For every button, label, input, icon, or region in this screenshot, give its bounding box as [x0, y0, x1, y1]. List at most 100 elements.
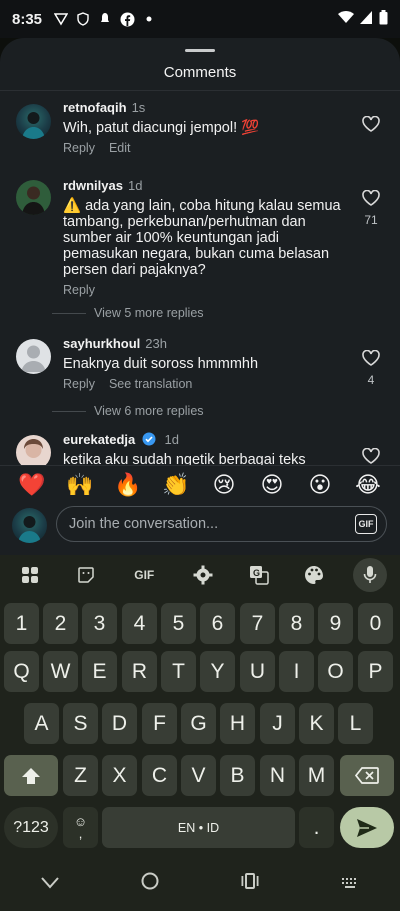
space-key[interactable]: EN • ID: [102, 807, 295, 848]
key-a[interactable]: A: [24, 703, 59, 744]
like-button[interactable]: 4: [360, 349, 382, 387]
comment-body: eurekatedja 1d ketika aku sudah ngetik b…: [63, 432, 343, 465]
comment-username[interactable]: retnofaqih: [63, 100, 127, 115]
palette-icon[interactable]: [297, 558, 331, 592]
comment-body: sayhurkhoul 23h Enaknya duit soross hmmmh…: [63, 336, 343, 391]
key-9[interactable]: 9: [318, 603, 353, 644]
shift-icon: [22, 767, 40, 784]
translate-icon[interactable]: G: [242, 558, 276, 592]
svg-text:G: G: [253, 568, 260, 578]
key-p[interactable]: P: [358, 651, 393, 692]
avatar[interactable]: [16, 339, 51, 374]
like-button[interactable]: [360, 115, 382, 137]
comment-input-container[interactable]: GIF: [56, 506, 387, 542]
key-i[interactable]: I: [279, 651, 314, 692]
like-button[interactable]: [360, 447, 382, 465]
battery-icon: [379, 9, 388, 29]
key-b[interactable]: B: [220, 755, 255, 796]
key-3[interactable]: 3: [82, 603, 117, 644]
like-button[interactable]: 71: [360, 189, 382, 227]
key-t[interactable]: T: [161, 651, 196, 692]
key-n[interactable]: N: [260, 755, 295, 796]
key-s[interactable]: S: [63, 703, 98, 744]
comment-text: ketika aku sudah ngetik berbagai teks: [63, 452, 306, 465]
key-4[interactable]: 4: [122, 603, 157, 644]
gif-tab[interactable]: GIF: [124, 558, 164, 592]
key-d[interactable]: D: [102, 703, 137, 744]
reaction-fire[interactable]: 🔥: [112, 472, 144, 498]
comment-time: 1s: [131, 100, 146, 115]
edit-button[interactable]: Edit: [109, 141, 131, 155]
reaction-laughing[interactable]: 😂: [352, 472, 384, 498]
sticker-icon[interactable]: [69, 558, 103, 592]
apps-icon[interactable]: [13, 558, 47, 592]
reaction-heart-eyes[interactable]: 😍: [256, 472, 288, 498]
key-r[interactable]: R: [122, 651, 157, 692]
mic-icon[interactable]: [353, 558, 388, 592]
key-7[interactable]: 7: [240, 603, 275, 644]
avatar[interactable]: [16, 104, 51, 139]
comment-text: Wih, patut diacungi jempol! 💯: [63, 120, 260, 136]
key-w[interactable]: W: [43, 651, 78, 692]
key-c[interactable]: C: [142, 755, 177, 796]
emoji-comma-key[interactable]: ☺ ,: [63, 807, 98, 848]
backspace-key[interactable]: [340, 755, 394, 796]
reaction-crying[interactable]: 😢: [208, 472, 240, 498]
key-6[interactable]: 6: [200, 603, 235, 644]
key-5[interactable]: 5: [161, 603, 196, 644]
key-z[interactable]: Z: [63, 755, 98, 796]
key-u[interactable]: U: [240, 651, 275, 692]
reaction-clap[interactable]: 👏: [160, 472, 192, 498]
back-chevron-icon[interactable]: [41, 873, 59, 894]
home-circle-icon[interactable]: [141, 872, 159, 895]
reaction-raised-hands[interactable]: 🙌: [64, 472, 96, 498]
key-1[interactable]: 1: [4, 603, 39, 644]
avatar[interactable]: [16, 180, 51, 215]
comment-body: rdwnilyas 1d ⚠️ ada yang lain, coba hitun…: [63, 178, 343, 297]
key-y[interactable]: Y: [200, 651, 235, 692]
comment-username[interactable]: rdwnilyas: [63, 178, 123, 193]
shift-key[interactable]: [4, 755, 58, 796]
clock: 8:35: [12, 10, 43, 28]
signal-icon: [360, 10, 373, 28]
key-e[interactable]: E: [82, 651, 117, 692]
recents-icon[interactable]: [241, 873, 259, 894]
comment-username[interactable]: eurekatedja: [63, 432, 135, 447]
reply-button[interactable]: Reply: [63, 283, 95, 297]
key-v[interactable]: V: [181, 755, 216, 796]
notification-icon: [97, 11, 113, 27]
key-2[interactable]: 2: [43, 603, 78, 644]
comments-sheet: Comments retnofaqih 1s Wih, patut diacung…: [0, 38, 400, 465]
view-more-replies[interactable]: View 5 more replies: [52, 306, 204, 320]
reply-button[interactable]: Reply: [63, 141, 95, 155]
key-g[interactable]: G: [181, 703, 216, 744]
symbols-key[interactable]: ?123: [4, 807, 58, 848]
key-8[interactable]: 8: [279, 603, 314, 644]
period-key[interactable]: .: [299, 807, 334, 848]
see-translation-button[interactable]: See translation: [109, 377, 192, 391]
settings-icon[interactable]: [186, 558, 220, 592]
comment-input[interactable]: [69, 516, 339, 532]
key-l[interactable]: L: [338, 703, 373, 744]
key-0[interactable]: 0: [358, 603, 393, 644]
gif-button[interactable]: GIF: [355, 514, 377, 534]
view-more-replies[interactable]: View 6 more replies: [52, 404, 204, 418]
key-j[interactable]: J: [260, 703, 295, 744]
key-q[interactable]: Q: [4, 651, 39, 692]
reaction-heart[interactable]: ❤️: [16, 472, 48, 498]
key-x[interactable]: X: [102, 755, 137, 796]
avatar[interactable]: [16, 435, 51, 465]
key-h[interactable]: H: [220, 703, 255, 744]
view-more-label[interactable]: View 5 more replies: [94, 306, 204, 320]
reaction-surprised[interactable]: 😮: [304, 472, 336, 498]
key-k[interactable]: K: [299, 703, 334, 744]
keyboard-switch-icon[interactable]: [341, 873, 359, 894]
reply-button[interactable]: Reply: [63, 377, 95, 391]
key-f[interactable]: F: [142, 703, 177, 744]
drag-handle[interactable]: [185, 49, 215, 52]
key-o[interactable]: O: [318, 651, 353, 692]
key-m[interactable]: M: [299, 755, 334, 796]
comment-username[interactable]: sayhurkhoul: [63, 336, 140, 351]
send-key[interactable]: [340, 807, 394, 848]
view-more-label[interactable]: View 6 more replies: [94, 404, 204, 418]
